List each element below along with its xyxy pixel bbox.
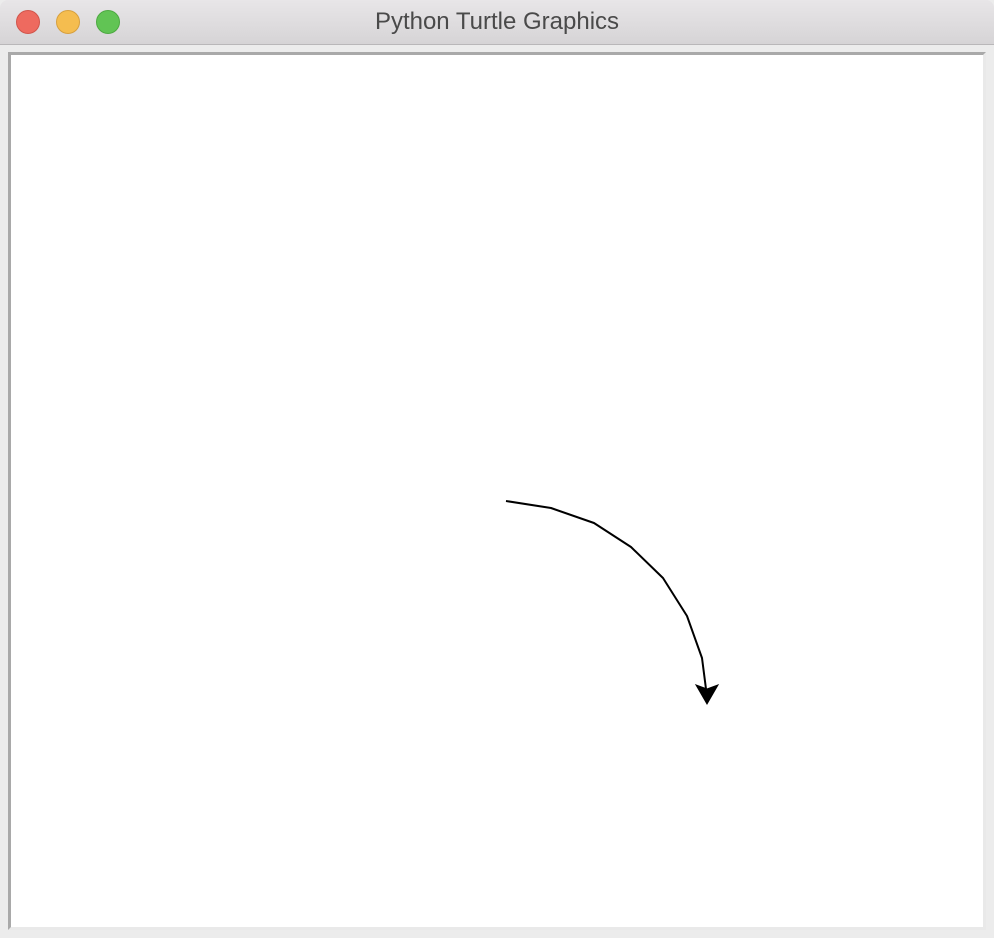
turtle-canvas-frame [8, 52, 986, 930]
turtle-window: Python Turtle Graphics [0, 0, 994, 938]
window-title: Python Turtle Graphics [374, 8, 620, 35]
turtle-path [505, 500, 707, 690]
turtle-arrow-icon [694, 684, 720, 705]
title-bar[interactable]: Python Turtle Graphics [0, 0, 994, 45]
turtle-canvas[interactable] [11, 55, 983, 927]
